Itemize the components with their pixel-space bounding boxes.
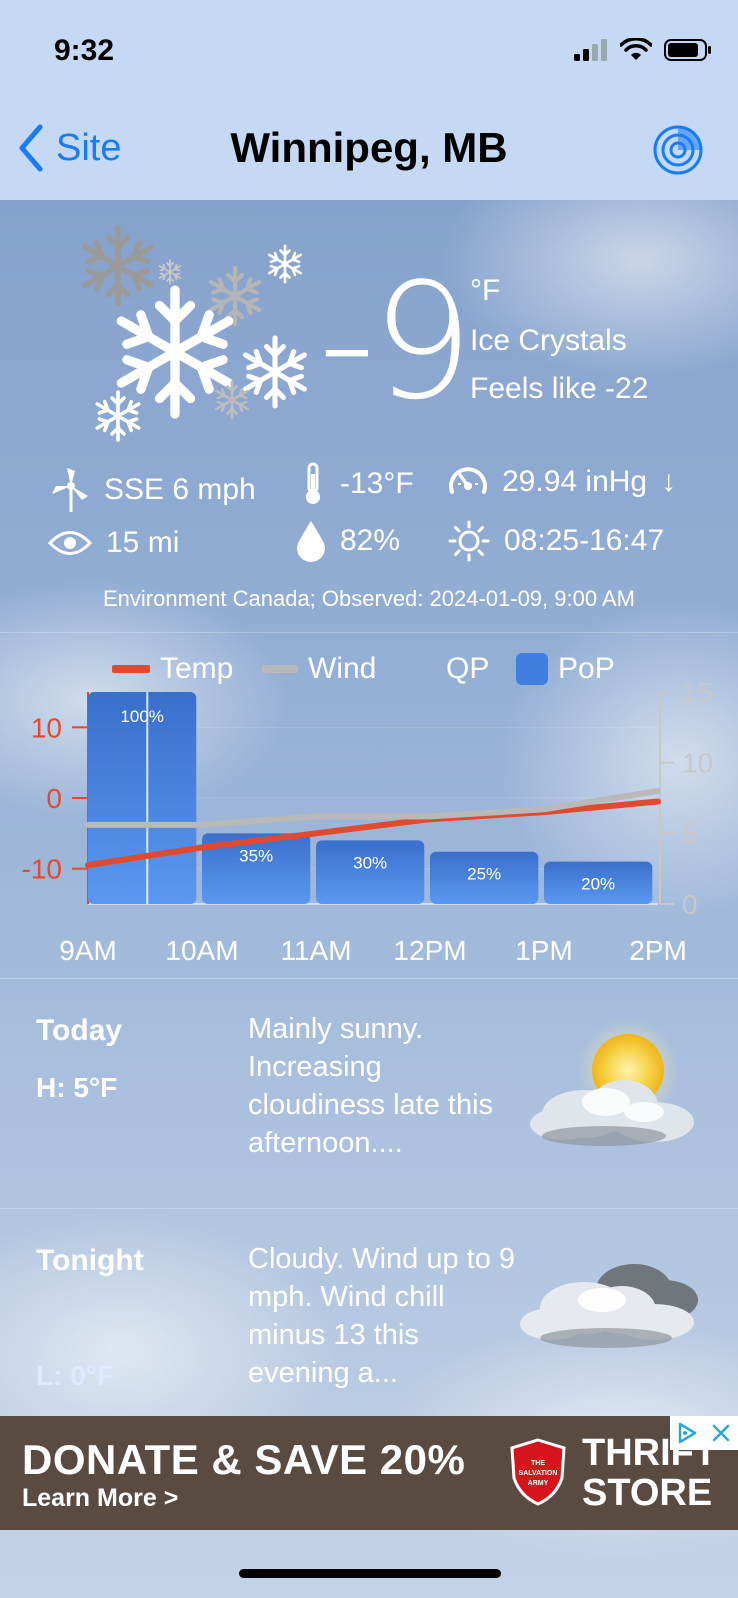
status-bar: 9:32 <box>0 0 738 100</box>
temperature-unit: °F <box>470 274 501 307</box>
ad-close-icon[interactable] <box>704 1416 738 1450</box>
right-tick-label: 5 <box>682 818 698 849</box>
left-tick-label: 0 <box>46 783 62 814</box>
battery-icon <box>664 39 711 61</box>
gauge-icon <box>449 467 487 494</box>
sun-icon <box>448 520 490 562</box>
humidity-value: 82% <box>340 524 401 557</box>
radar-icon[interactable] <box>652 124 704 176</box>
temp-legend-swatch <box>112 665 150 673</box>
feels-like: Feels like -22 <box>470 372 649 405</box>
page-title: Winnipeg, MB <box>230 124 508 171</box>
x-tick-label: 1PM <box>515 935 573 966</box>
left-tick-label: -10 <box>22 854 62 885</box>
wind-turbine-icon <box>52 468 88 512</box>
wind-stat: SSE 6 mph <box>52 468 256 512</box>
right-tick-label: 15 <box>682 680 713 708</box>
forecast-text-tonight: Cloudy. Wind up to 9 mph. Wind chill min… <box>248 1243 516 1389</box>
ad-headline[interactable]: DONATE & SAVE 20% <box>22 1436 465 1484</box>
divider <box>0 1208 738 1209</box>
wind-value: SSE 6 mph <box>104 473 256 506</box>
pressure-value: 29.94 inHg <box>502 465 648 498</box>
svg-text:THE: THE <box>531 1460 545 1467</box>
pressure-stat: 29.94 inHg ↓ <box>448 462 676 502</box>
sun-stat: 08:25-16:47 <box>448 520 664 562</box>
partly-sunny-icon <box>530 1018 694 1146</box>
thermometer-icon <box>306 462 320 504</box>
visibility-value: 15 mi <box>106 526 180 559</box>
pop-bar-label: 25% <box>467 865 501 884</box>
forecast-text-today: Mainly sunny. Increasing cloudiness late… <box>248 1013 494 1159</box>
right-tick-label: 0 <box>682 889 698 920</box>
forecast-high: H: 5°F <box>36 1072 118 1103</box>
droplet-icon <box>297 521 325 562</box>
x-tick-label: 9AM <box>59 935 117 966</box>
forecast-low: L: 0°F <box>36 1360 115 1391</box>
hourly-chart: 100% 35% 30% 25% 20% 10 0 -10 15 10 5 0 9AM 10AM 11AM 1… <box>22 680 714 966</box>
divider <box>0 978 738 979</box>
forecast-period-tonight: Tonight <box>36 1244 144 1277</box>
pop-bar-label: 35% <box>239 846 273 865</box>
eye-icon <box>48 531 92 555</box>
ad-choices[interactable] <box>670 1416 738 1450</box>
status-time: 9:32 <box>54 34 115 67</box>
cloudy-icon <box>520 1264 698 1348</box>
humidity-stat: 82% <box>296 520 400 562</box>
salvation-army-shield-logo: THE SALVATION ARMY <box>510 1438 566 1506</box>
status-icons <box>574 38 712 62</box>
visibility-stat: 15 mi <box>48 526 179 560</box>
svg-text:ARMY: ARMY <box>528 1480 549 1487</box>
dewpoint-value: -13°F <box>340 467 414 500</box>
observation-source: Environment Canada; Observed: 2024-01-09… <box>103 586 635 611</box>
wifi-icon <box>620 38 652 60</box>
wind-legend-swatch <box>262 665 298 673</box>
ad-brand-line2: STORE <box>582 1472 713 1514</box>
forecast-period-today: Today <box>36 1014 123 1047</box>
pop-bar-label: 100% <box>120 707 163 726</box>
adchoices-icon[interactable] <box>670 1416 704 1450</box>
pop-bar-label: 20% <box>581 875 615 894</box>
x-tick-label: 10AM <box>165 935 238 966</box>
divider <box>0 632 738 633</box>
dewpoint-stat: -13°F <box>300 462 414 506</box>
current-temperature: -9 <box>318 248 474 435</box>
ad-learn-more-link[interactable]: Learn More > <box>22 1484 178 1513</box>
x-tick-label: 11AM <box>280 935 351 966</box>
left-tick-label: 10 <box>31 712 62 743</box>
cellular-signal-icon <box>574 39 607 61</box>
home-indicator[interactable] <box>239 1569 501 1578</box>
sunrise-sunset-value: 08:25-16:47 <box>504 524 665 557</box>
x-tick-label: 12PM <box>393 935 466 966</box>
pop-bar-label: 30% <box>353 853 387 872</box>
svg-text:SALVATION: SALVATION <box>519 1470 558 1477</box>
snowflakes-icon <box>70 224 330 442</box>
right-tick-label: 10 <box>682 748 713 779</box>
x-tick-label: 2PM <box>629 935 687 966</box>
current-condition: Ice Crystals <box>470 324 627 357</box>
pressure-trend-icon: ↓ <box>661 465 677 498</box>
